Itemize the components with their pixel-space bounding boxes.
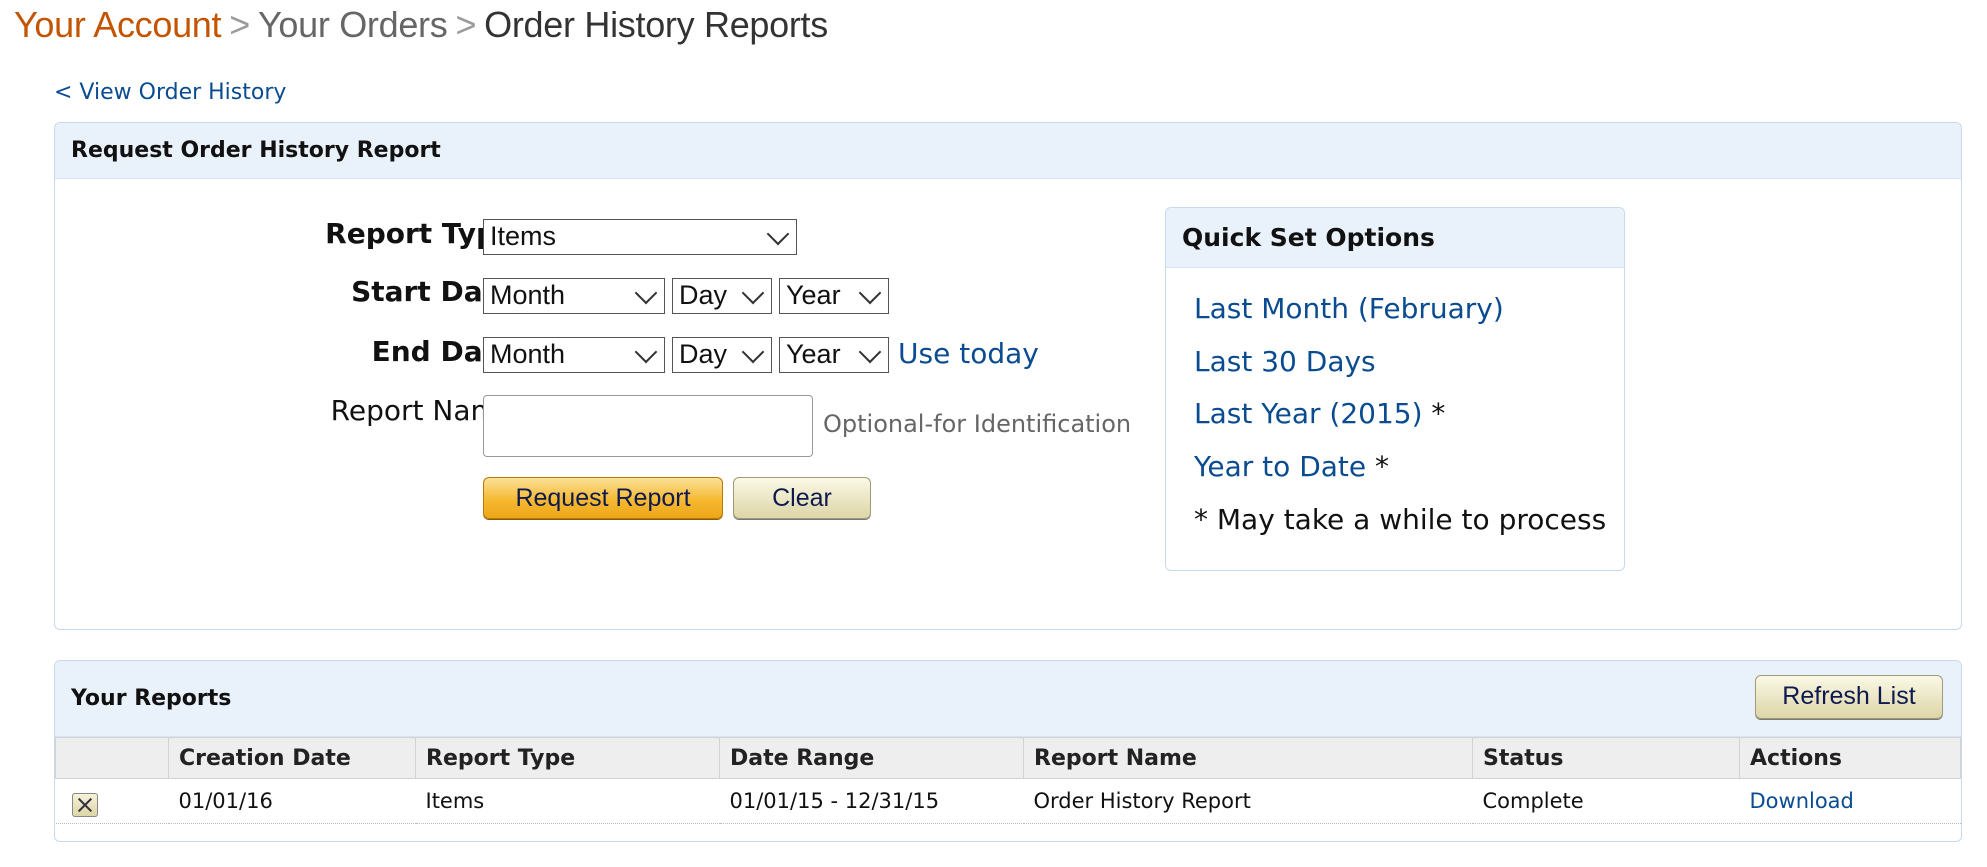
chevron-down-icon <box>858 281 882 305</box>
end-year-value: Year <box>786 339 841 369</box>
report-name-label: Report Name <box>330 394 515 427</box>
download-link[interactable]: Download <box>1750 789 1854 813</box>
end-day-value: Day <box>679 339 728 369</box>
report-name-hint: Optional-for Identification <box>823 410 1132 438</box>
last-month-link[interactable]: Last Month (February) <box>1194 292 1504 325</box>
column-header-report-name: Report Name <box>1023 737 1473 779</box>
breadcrumb: Your Account > Your Orders > Order History R… <box>14 4 828 46</box>
column-header-actions: Actions <box>1739 737 1961 779</box>
start-year-select[interactable]: Year <box>779 278 889 314</box>
delete-cell <box>55 778 169 824</box>
view-order-history-link[interactable]: < View Order History <box>54 80 286 105</box>
start-date-label: Start Date <box>351 275 515 308</box>
report-type-select[interactable]: Items <box>483 219 797 255</box>
your-reports-title: Your Reports <box>55 661 1961 737</box>
quick-set-options-panel: Quick Set Options Last Month (February) … <box>1165 207 1625 571</box>
last-year-link[interactable]: Last Year (2015) <box>1194 397 1423 430</box>
end-date-label: End Date <box>371 335 515 368</box>
asterisk: * <box>1375 450 1390 483</box>
chevron-down-icon <box>766 222 790 246</box>
column-header-status: Status <box>1472 737 1740 779</box>
asterisk: * <box>1431 397 1446 430</box>
start-day-select[interactable]: Day <box>672 278 772 314</box>
reports-table-header: Creation Date Report Type Date Range Rep… <box>55 737 1961 779</box>
breadcrumb-separator: > <box>229 4 250 45</box>
chevron-down-icon <box>741 340 765 364</box>
quick-set-year-to-date: Year to Date * <box>1194 450 1389 483</box>
start-month-value: Month <box>490 280 566 310</box>
quick-set-options-title: Quick Set Options <box>1166 208 1624 268</box>
year-to-date-link[interactable]: Year to Date <box>1194 450 1366 483</box>
creation-date-cell: 01/01/16 <box>168 778 416 824</box>
quick-set-last-30-days: Last 30 Days <box>1194 345 1376 378</box>
chevron-down-icon <box>858 340 882 364</box>
column-header-creation-date: Creation Date <box>168 737 416 779</box>
column-header-date-range: Date Range <box>719 737 1024 779</box>
request-report-button[interactable]: Request Report <box>483 477 723 519</box>
start-day-value: Day <box>679 280 728 310</box>
start-month-select[interactable]: Month <box>483 278 665 314</box>
table-row: 01/01/16 Items 01/01/15 - 12/31/15 Order… <box>55 778 1961 824</box>
column-header-report-type: Report Type <box>415 737 720 779</box>
reports-table: Creation Date Report Type Date Range Rep… <box>55 737 1961 824</box>
processing-note: * May take a while to process <box>1194 503 1607 536</box>
report-type-label: Report Type <box>325 217 515 250</box>
report-name-input[interactable] <box>483 395 813 457</box>
breadcrumb-separator: > <box>455 4 477 45</box>
end-month-value: Month <box>490 339 566 369</box>
chevron-down-icon <box>741 281 765 305</box>
quick-set-last-year: Last Year (2015) * <box>1194 397 1445 430</box>
report-type-cell: Items <box>415 778 720 824</box>
column-header-select <box>55 737 169 779</box>
refresh-list-button[interactable]: Refresh List <box>1755 675 1943 719</box>
status-cell: Complete <box>1472 778 1740 824</box>
end-day-select[interactable]: Day <box>672 337 772 373</box>
delete-report-icon[interactable] <box>71 792 98 817</box>
page-title: Order History Reports <box>484 4 828 45</box>
actions-cell: Download <box>1739 778 1961 824</box>
quick-set-last-month: Last Month (February) <box>1194 292 1504 325</box>
start-year-value: Year <box>786 280 841 310</box>
breadcrumb-your-orders[interactable]: Your Orders <box>258 4 448 45</box>
chevron-down-icon <box>634 281 658 305</box>
last-30-days-link[interactable]: Last 30 Days <box>1194 345 1376 378</box>
report-type-value: Items <box>490 221 557 251</box>
request-report-panel-title: Request Order History Report <box>55 123 1961 179</box>
date-range-cell: 01/01/15 - 12/31/15 <box>719 778 1024 824</box>
clear-button[interactable]: Clear <box>733 477 871 519</box>
use-today-link[interactable]: Use today <box>898 337 1039 370</box>
end-year-select[interactable]: Year <box>779 337 889 373</box>
breadcrumb-your-account[interactable]: Your Account <box>14 4 222 45</box>
your-reports-panel: Your Reports Refresh List Creation Date … <box>54 660 1962 842</box>
end-month-select[interactable]: Month <box>483 337 665 373</box>
report-name-cell: Order History Report <box>1023 778 1473 824</box>
chevron-down-icon <box>634 340 658 364</box>
request-report-panel: Request Order History Report Report Type… <box>54 122 1962 630</box>
